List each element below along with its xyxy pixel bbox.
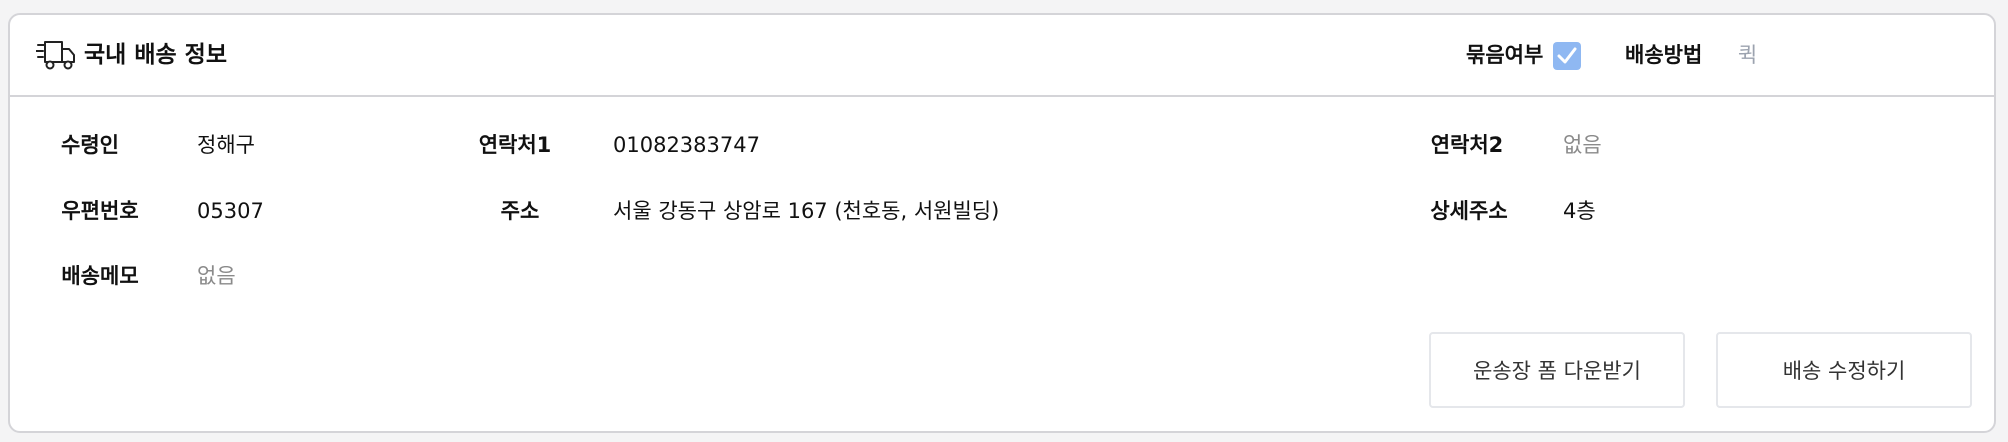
delivery-memo-label: 배송메모 xyxy=(61,264,139,288)
contact1-label: 연락처1 xyxy=(478,133,552,157)
postal-code-label: 우편번호 xyxy=(61,199,139,223)
domestic-delivery-card: 국내 배송 정보 묶음여부 배송방법 퀵 수령인 정해구 연락처1 010823… xyxy=(8,13,1996,433)
postal-code-value: 05307 xyxy=(197,199,264,223)
address-value: 서울 강동구 상암로 167 (천호동, 서원빌딩) xyxy=(613,199,1000,223)
address-label: 주소 xyxy=(500,199,540,223)
shipping-method-label: 배송방법 xyxy=(1625,43,1703,67)
card-header: 국내 배송 정보 묶음여부 배송방법 퀵 xyxy=(10,15,1994,97)
contact2-value: 없음 xyxy=(1563,133,1602,157)
check-icon xyxy=(1557,47,1577,64)
delivery-memo-value: 없음 xyxy=(197,264,236,288)
detail-address-label: 상세주소 xyxy=(1430,199,1508,223)
shipping-method-value: 퀵 xyxy=(1738,43,1758,67)
recipient-label: 수령인 xyxy=(61,133,119,157)
recipient-value: 정해구 xyxy=(197,133,255,157)
card-title: 국내 배송 정보 xyxy=(84,42,227,68)
detail-address-value: 4층 xyxy=(1563,199,1596,223)
contact2-label: 연락처2 xyxy=(1430,133,1504,157)
bundle-label: 묶음여부 xyxy=(1466,43,1544,67)
edit-delivery-button[interactable]: 배송 수정하기 xyxy=(1716,332,1972,408)
contact1-value: 01082383747 xyxy=(613,133,760,157)
download-waybill-button[interactable]: 운송장 폼 다운받기 xyxy=(1429,332,1685,408)
truck-icon xyxy=(35,39,76,71)
bundle-checkbox[interactable] xyxy=(1553,42,1581,70)
